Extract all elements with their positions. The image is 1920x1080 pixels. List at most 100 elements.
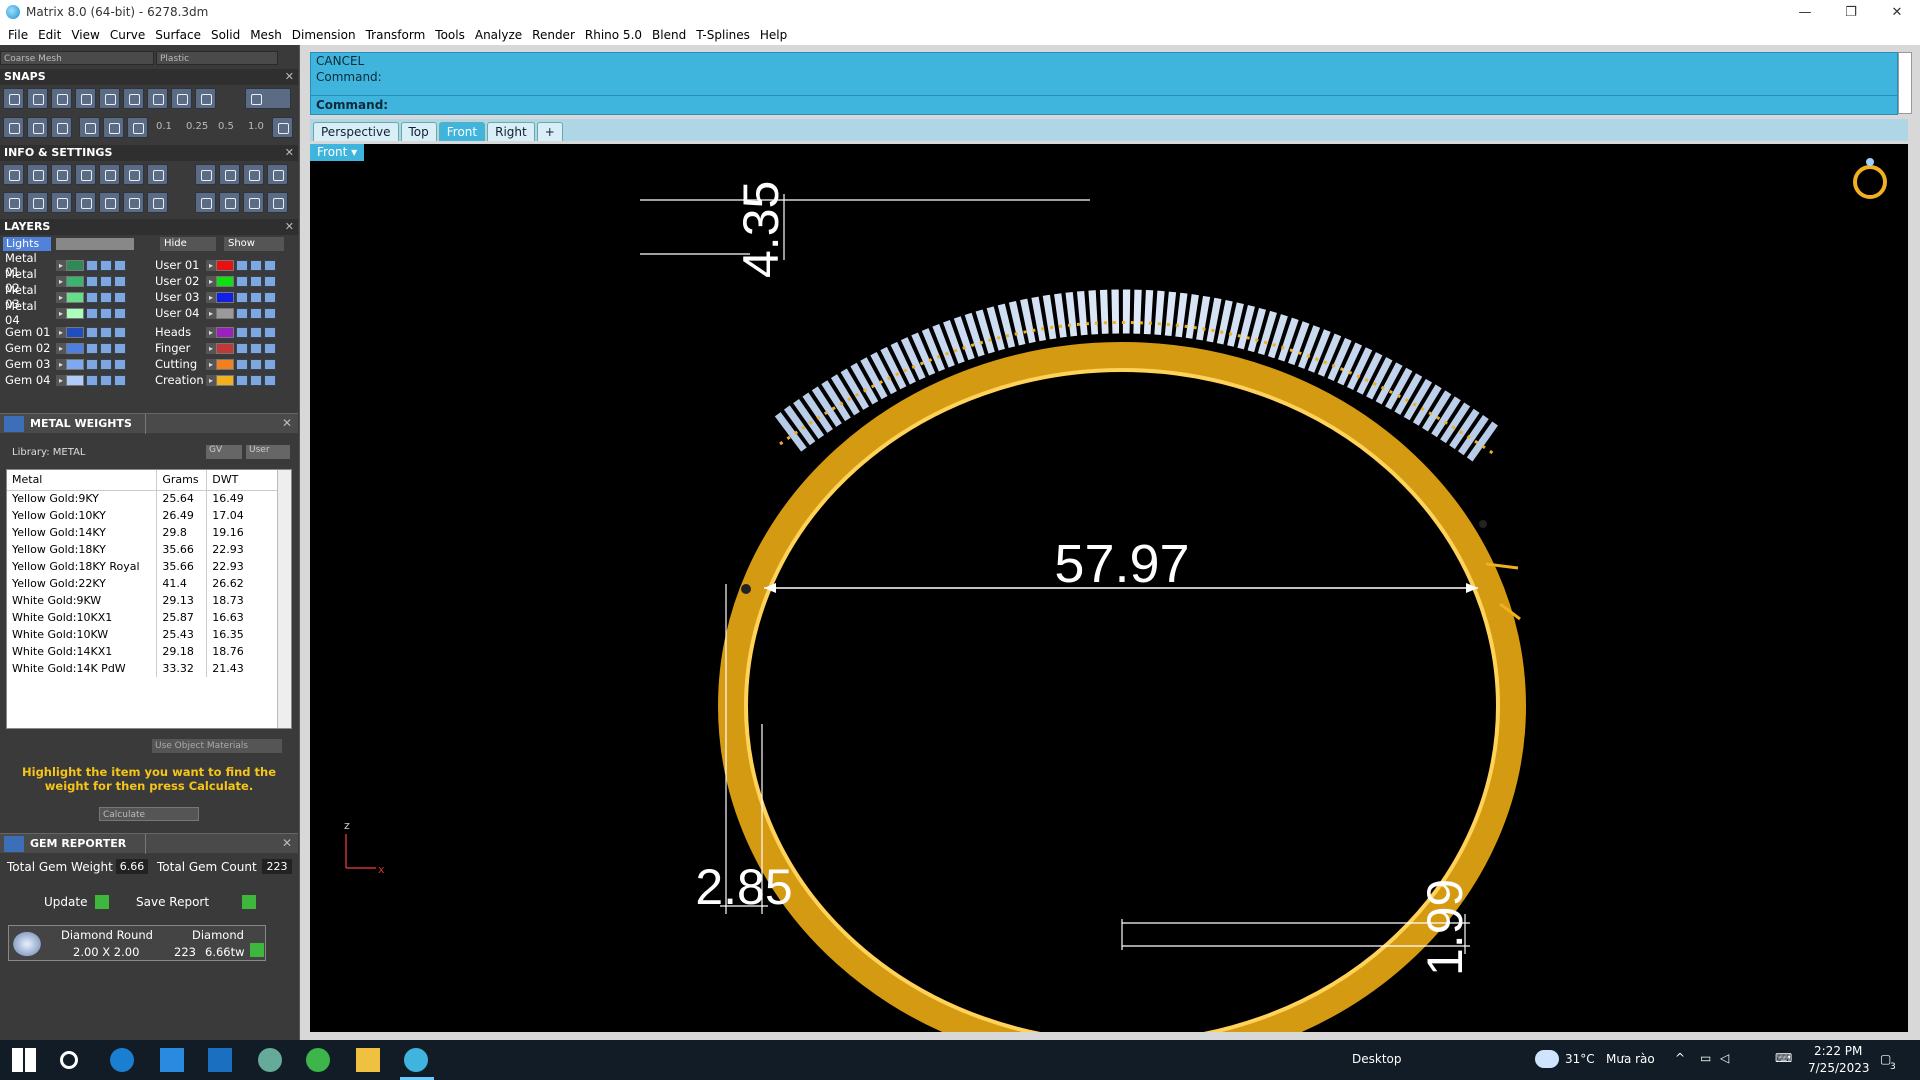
menu-render[interactable]: Render: [528, 28, 581, 42]
hide-all-button[interactable]: Hide: [160, 237, 216, 251]
weather-text[interactable]: Mưa rào: [1606, 1052, 1655, 1066]
tab-right[interactable]: Right: [487, 122, 535, 141]
update-button[interactable]: Update: [44, 895, 87, 909]
layer-color-swatch[interactable]: [216, 291, 234, 303]
layer-visibility-toggle[interactable]: [100, 342, 112, 354]
snap-tan-button[interactable]: [171, 88, 192, 109]
matrix-taskbar-icon[interactable]: [404, 1048, 428, 1072]
layer-expand-icon[interactable]: ▸: [206, 307, 216, 319]
layer-row-right-0[interactable]: User 01 ▸: [152, 257, 276, 273]
layer-select-toggle[interactable]: [264, 291, 276, 303]
layer-row-left-7[interactable]: Gem 04 ▸: [2, 372, 126, 388]
layer-color-swatch[interactable]: [216, 326, 234, 338]
metal-row[interactable]: Yellow Gold:10KY 26.49 17.04: [7, 507, 279, 524]
snap-value-3[interactable]: 0.5: [218, 121, 234, 132]
snap-value-2[interactable]: 0.25: [186, 121, 208, 132]
camera-icon[interactable]: [267, 192, 288, 213]
display-icon[interactable]: [27, 192, 48, 213]
mail-icon[interactable]: [208, 1048, 232, 1072]
layer-color-swatch[interactable]: [216, 275, 234, 287]
ortho-button[interactable]: [27, 117, 48, 138]
top-thickness-label[interactable]: 4.35: [733, 181, 789, 278]
layer-visibility-toggle[interactable]: [250, 342, 262, 354]
layer-expand-icon[interactable]: ▸: [206, 326, 216, 338]
layer-lock-toggle[interactable]: [86, 291, 98, 303]
snap-toggle-button[interactable]: [245, 88, 291, 109]
metal-row[interactable]: Yellow Gold:18KY Royal 35.66 22.93: [7, 558, 279, 575]
layer-row-left-4[interactable]: Gem 01 ▸: [2, 324, 126, 340]
object-props-icon[interactable]: [75, 164, 96, 185]
layer-color-swatch[interactable]: [216, 358, 234, 370]
gem-list-item[interactable]: Diamond Round 2.00 X 2.00 Diamond 223 6.…: [8, 925, 266, 961]
funnel-icon[interactable]: [99, 192, 120, 213]
layer-expand-icon[interactable]: ▸: [56, 342, 66, 354]
layer-select-toggle[interactable]: [264, 342, 276, 354]
osnap-button[interactable]: [79, 117, 100, 138]
layer-select-toggle[interactable]: [114, 275, 126, 287]
layer-lock-toggle[interactable]: [236, 307, 248, 319]
layer-expand-icon[interactable]: ▸: [56, 275, 66, 287]
layer-lock-toggle[interactable]: [236, 374, 248, 386]
layer-visibility-toggle[interactable]: [250, 374, 262, 386]
metal-weights-scrollbar[interactable]: [277, 470, 291, 728]
layer-visibility-toggle[interactable]: [250, 326, 262, 338]
save-report-button[interactable]: Save Report: [136, 895, 209, 909]
app-icon[interactable]: [258, 1048, 282, 1072]
layer-lock-toggle[interactable]: [236, 275, 248, 287]
metal-row[interactable]: White Gold:14K PdW 33.32 21.43: [7, 660, 279, 677]
lights-layer[interactable]: Lights: [3, 237, 51, 251]
close-button[interactable]: ✕: [1874, 0, 1920, 24]
layer-visibility-toggle[interactable]: [250, 275, 262, 287]
snap-value-4[interactable]: 1.0: [248, 121, 264, 132]
layer-expand-icon[interactable]: ▸: [206, 342, 216, 354]
layer-lock-toggle[interactable]: [236, 326, 248, 338]
snap-near-button[interactable]: [27, 88, 48, 109]
layer-color-swatch[interactable]: [66, 342, 84, 354]
lights-layer-controls[interactable]: [56, 238, 134, 250]
layer-visibility-toggle[interactable]: [100, 259, 112, 271]
layer-color-swatch[interactable]: [66, 307, 84, 319]
show-all-button[interactable]: Show: [224, 237, 284, 251]
clock-time[interactable]: 2:22 PM: [1814, 1044, 1862, 1058]
column-metal[interactable]: Metal: [7, 470, 158, 491]
update-go-icon[interactable]: [95, 895, 109, 909]
layer-lock-toggle[interactable]: [86, 275, 98, 287]
user-toggle[interactable]: User: [246, 445, 290, 459]
analysis-icon[interactable]: [219, 192, 240, 213]
layer-select-toggle[interactable]: [114, 259, 126, 271]
cylinder-icon[interactable]: [75, 192, 96, 213]
menu-blend[interactable]: Blend: [648, 28, 692, 42]
texture-icon[interactable]: [243, 192, 264, 213]
keyboard-icon[interactable]: ⌨: [1775, 1051, 1792, 1065]
store-icon[interactable]: [160, 1048, 184, 1072]
layer-visibility-toggle[interactable]: [100, 326, 112, 338]
layer-row-right-5[interactable]: Finger ▸: [152, 340, 276, 356]
snap-value-1[interactable]: 0.1: [156, 121, 172, 132]
use-object-materials-checkbox[interactable]: Use Object Materials: [152, 739, 282, 753]
cube-icon[interactable]: [51, 192, 72, 213]
layer-select-toggle[interactable]: [114, 291, 126, 303]
layer-visibility-toggle[interactable]: [100, 291, 112, 303]
layer-expand-icon[interactable]: ▸: [206, 275, 216, 287]
metal-row[interactable]: Yellow Gold:9KY 25.64 16.49: [7, 490, 279, 507]
metal-row[interactable]: White Gold:10KW 25.43 16.35: [7, 626, 279, 643]
command-input[interactable]: Command:: [310, 95, 1898, 115]
settings-gear-icon[interactable]: [3, 164, 24, 185]
show-hidden-icons[interactable]: ^: [1675, 1051, 1685, 1065]
snap-int-button[interactable]: [123, 88, 144, 109]
add-viewport-tab[interactable]: +: [536, 122, 563, 141]
layer-lock-toggle[interactable]: [236, 291, 248, 303]
menu-help[interactable]: Help: [756, 28, 793, 42]
snaps-close-icon[interactable]: ✕: [285, 69, 294, 85]
layer-row-left-3[interactable]: Metal 04 ▸: [2, 299, 126, 327]
image-icon[interactable]: [147, 192, 168, 213]
viewport-label[interactable]: Front ▾: [310, 144, 364, 161]
zoom-icon[interactable]: [27, 164, 48, 185]
layer-row-right-1[interactable]: User 02 ▸: [152, 273, 276, 289]
search-icon[interactable]: [60, 1051, 78, 1069]
layers-close-icon[interactable]: ✕: [285, 219, 294, 235]
snap-end-button[interactable]: [3, 88, 24, 109]
layer-color-swatch[interactable]: [66, 374, 84, 386]
gv-toggle[interactable]: GV: [206, 445, 242, 459]
metal-row[interactable]: Yellow Gold:22KY 41.4 26.62: [7, 575, 279, 592]
